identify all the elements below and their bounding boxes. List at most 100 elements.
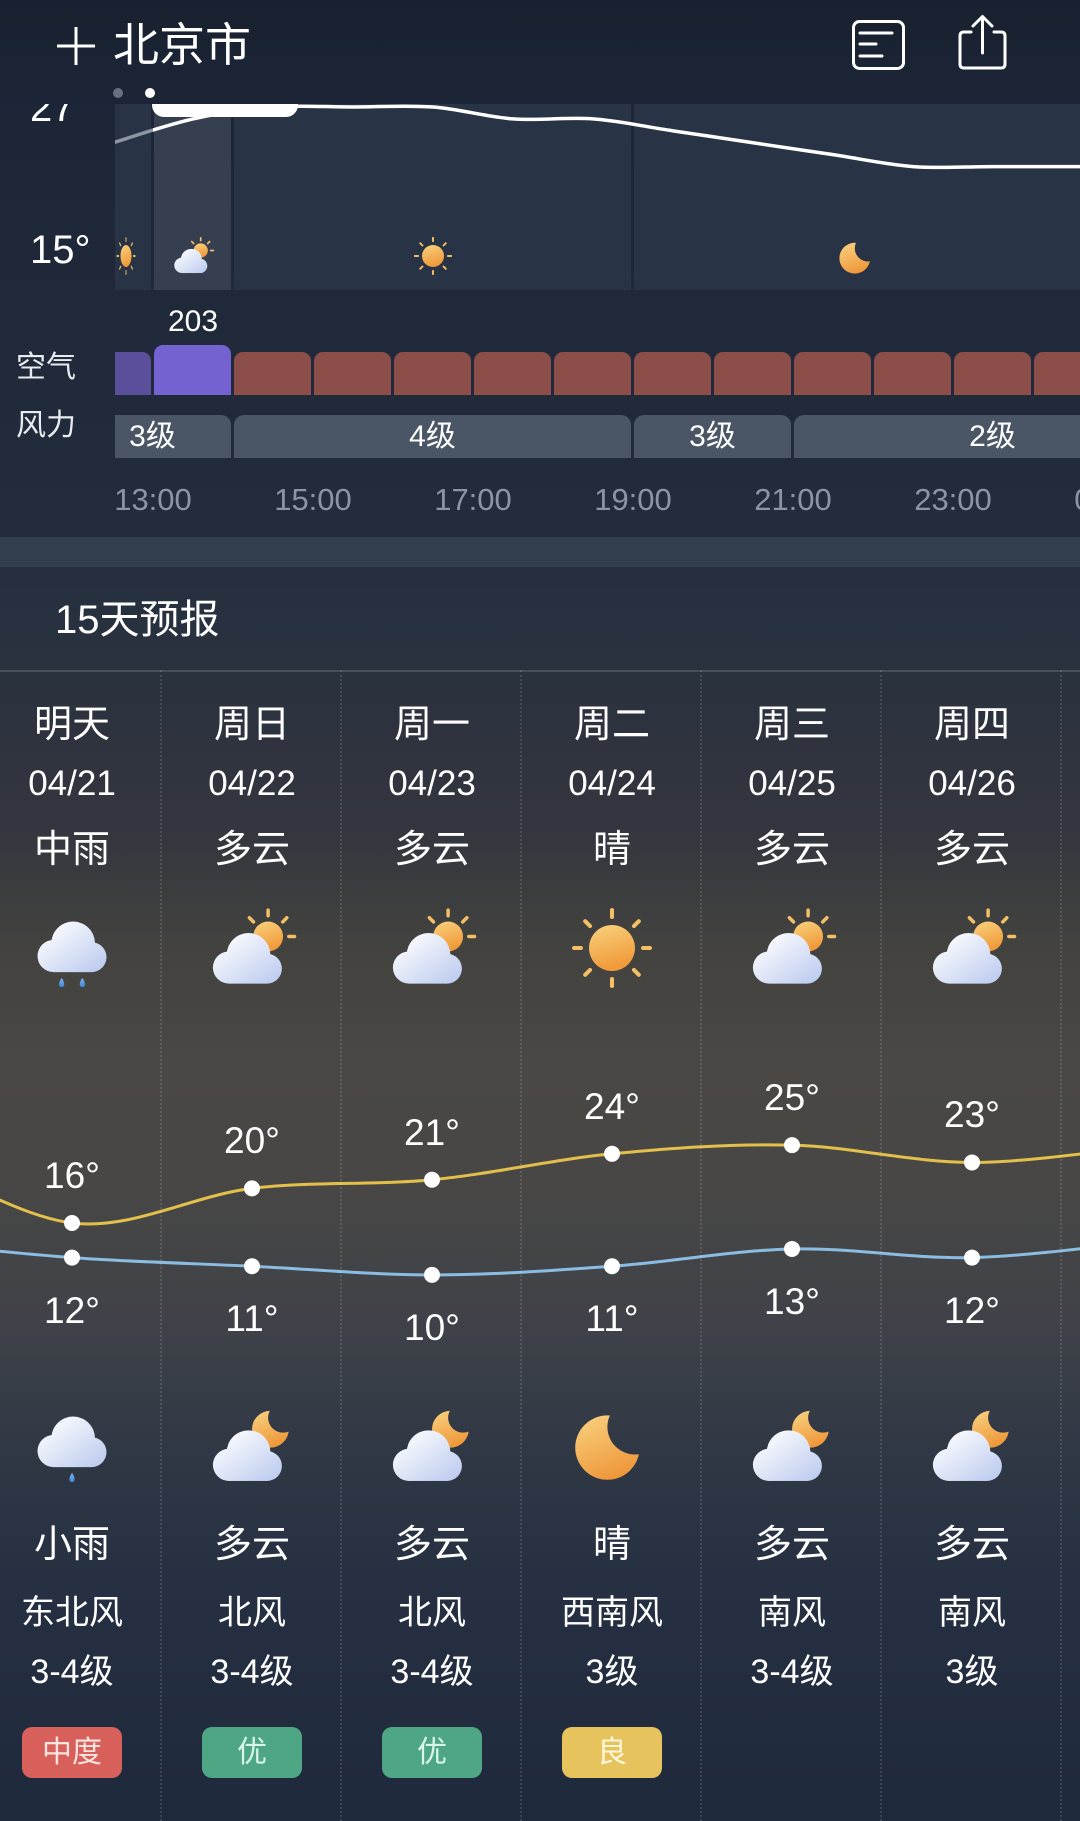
aqi-badge[interactable]: 良 [562, 1727, 662, 1778]
day-weather-text: 晴 [592, 829, 631, 871]
wind-direction: 西南风 [561, 1594, 663, 1632]
list-icon[interactable] [850, 18, 908, 74]
partly-cloudy-day-icon [926, 902, 1018, 994]
high-temp-label: 24° [584, 1085, 640, 1127]
wind-level-label: 2级 [969, 420, 1016, 453]
air-quality-bar-current[interactable] [154, 345, 231, 395]
cloud-rain-moderate-icon [26, 902, 118, 994]
wind-direction: 北风 [398, 1594, 466, 1632]
city-title[interactable]: 北京市 [113, 18, 251, 72]
aqi-badge[interactable]: 优 [202, 1727, 302, 1778]
day-name: 周一 [393, 704, 470, 746]
partly-cloudy-day-icon [206, 902, 298, 994]
air-quality-bar[interactable] [554, 352, 631, 395]
wind-level: 3-4级 [750, 1653, 834, 1691]
day-weather-text: 多云 [753, 829, 830, 871]
high-temp-label: 25° [764, 1077, 820, 1119]
hourly-time-label: 19:00 [594, 482, 672, 517]
wind-level: 3-4级 [30, 1653, 114, 1691]
partly-cloudy-night-icon [386, 1397, 478, 1489]
high-temp-label: 16° [44, 1155, 100, 1196]
wind-level-segment[interactable]: 4级 [234, 415, 631, 458]
aqi-badge[interactable]: 中度 [22, 1727, 122, 1778]
moon-icon [835, 234, 879, 278]
forecast-day-column[interactable]: 周四 04/26 多云 23° 12° 多云 南风 3级 [882, 670, 1062, 1821]
wind-level-label: 3级 [129, 420, 176, 453]
day-date: 04/22 [208, 764, 296, 803]
night-weather-text: 小雨 [33, 1524, 110, 1566]
wind-direction: 东北风 [21, 1594, 123, 1632]
air-quality-bar[interactable] [115, 352, 151, 395]
low-temp-label: 12° [44, 1289, 100, 1331]
cloud-rain-light-icon [26, 1397, 118, 1489]
add-city-plus-icon[interactable] [56, 26, 96, 66]
day-name: 周日 [213, 704, 290, 746]
partly-cloudy-night-icon [206, 1397, 298, 1489]
day-weather-text: 中雨 [33, 829, 110, 871]
partly-cloudy-day-icon [171, 234, 215, 278]
wind-row-label: 风力 [16, 409, 76, 442]
night-weather-text: 晴 [592, 1524, 631, 1566]
aqi-badge[interactable]: 优 [382, 1727, 482, 1778]
wind-direction: 南风 [938, 1594, 1006, 1632]
forecast-day-column[interactable]: 周一 04/23 多云 21° 10° 多云 北风 3-4级优 [342, 670, 522, 1821]
forecast-day-column[interactable]: 周二 04/24 晴 24° 11° 晴西南风 3级良 [522, 670, 702, 1821]
hourly-time-label: 21:00 [754, 482, 832, 517]
day-weather-text: 多云 [393, 829, 470, 871]
hourly-time-label: 15:00 [274, 482, 352, 517]
air-quality-bar[interactable] [794, 352, 871, 395]
partly-cloudy-night-icon [926, 1397, 1018, 1489]
day-name: 周二 [573, 704, 650, 746]
share-icon[interactable] [955, 12, 1009, 72]
air-quality-bar[interactable] [874, 352, 951, 395]
wind-level-segment[interactable]: 3级 [115, 415, 231, 458]
current-aqi-value: 203 [167, 305, 219, 338]
air-quality-bar[interactable] [474, 352, 551, 395]
partly-cloudy-day-icon [746, 902, 838, 994]
low-temp-label: 13° [764, 1280, 820, 1322]
city-page-indicator [113, 88, 155, 98]
forecast-day-column[interactable]: 周三 04/25 多云 25° 13° 多云 南风 3-4级 [702, 670, 882, 1821]
forecast-day-list[interactable]: 明天 04/21 中雨 16° 12° 小雨东北风 3-4级中度 周日 04/22 多云 20° 11… [0, 670, 1080, 1821]
day-date: 04/26 [928, 764, 1016, 803]
hourly-time-label: 01:00 [1063, 478, 1080, 522]
page-dot-active[interactable] [145, 88, 155, 98]
air-quality-bar[interactable] [954, 352, 1031, 395]
low-temp-label: 10° [404, 1306, 460, 1348]
hourly-time-label: 23:00 [914, 482, 992, 517]
air-quality-bar[interactable] [1034, 352, 1080, 395]
sun-icon [115, 234, 137, 278]
air-quality-bar[interactable] [634, 352, 711, 395]
night-weather-text: 多云 [213, 1524, 290, 1566]
partly-cloudy-day-icon [386, 902, 478, 994]
low-temp-label: 12° [944, 1289, 1000, 1331]
wind-level-segment[interactable]: 3级 [634, 415, 791, 458]
high-temp-label: 23° [944, 1094, 1000, 1136]
weather-app: 27° 15° 203 3级 4级 3级 2级 空气 风力 13:00 15:0… [0, 0, 1080, 1821]
forecast-day-column[interactable]: 周日 04/22 多云 20° 11° 多云 北风 3-4级优 [162, 670, 342, 1821]
day-weather-text: 多云 [933, 829, 1010, 871]
day-date: 04/21 [28, 764, 116, 803]
day-date: 04/23 [388, 764, 476, 803]
air-quality-bar[interactable] [234, 352, 311, 395]
fifteen-day-forecast-section[interactable]: 15天预报 明天 04/21 中雨 16° 12° 小雨 东北风 3-4级 中度 周日 04/22 多… [0, 567, 1080, 1821]
hourly-time-label: 13:00 [114, 482, 192, 517]
wind-level-segment[interactable]: 2级 [794, 415, 1080, 458]
day-date: 04/25 [748, 764, 836, 803]
wind-level: 3-4级 [390, 1653, 474, 1691]
air-quality-bar[interactable] [394, 352, 471, 395]
wind-level-label: 4级 [409, 420, 456, 453]
high-temp-label: 20° [224, 1120, 280, 1162]
air-quality-bar[interactable] [714, 352, 791, 395]
day-name: 明天 [33, 704, 110, 746]
low-temp-label: 11° [225, 1298, 279, 1340]
air-quality-bar[interactable] [314, 352, 391, 395]
hourly-time-label: 17:00 [434, 482, 512, 517]
night-weather-text: 多云 [753, 1524, 830, 1566]
forecast-day-column[interactable]: 明天 04/21 中雨 16° 12° 小雨东北风 3-4级中度 [0, 670, 162, 1821]
hourly-axis-min-label: 15° [30, 228, 91, 272]
wind-level: 3级 [585, 1653, 639, 1691]
page-dot[interactable] [113, 88, 123, 98]
sun-icon [566, 902, 658, 994]
air-quality-row-label: 空气 [16, 351, 76, 384]
